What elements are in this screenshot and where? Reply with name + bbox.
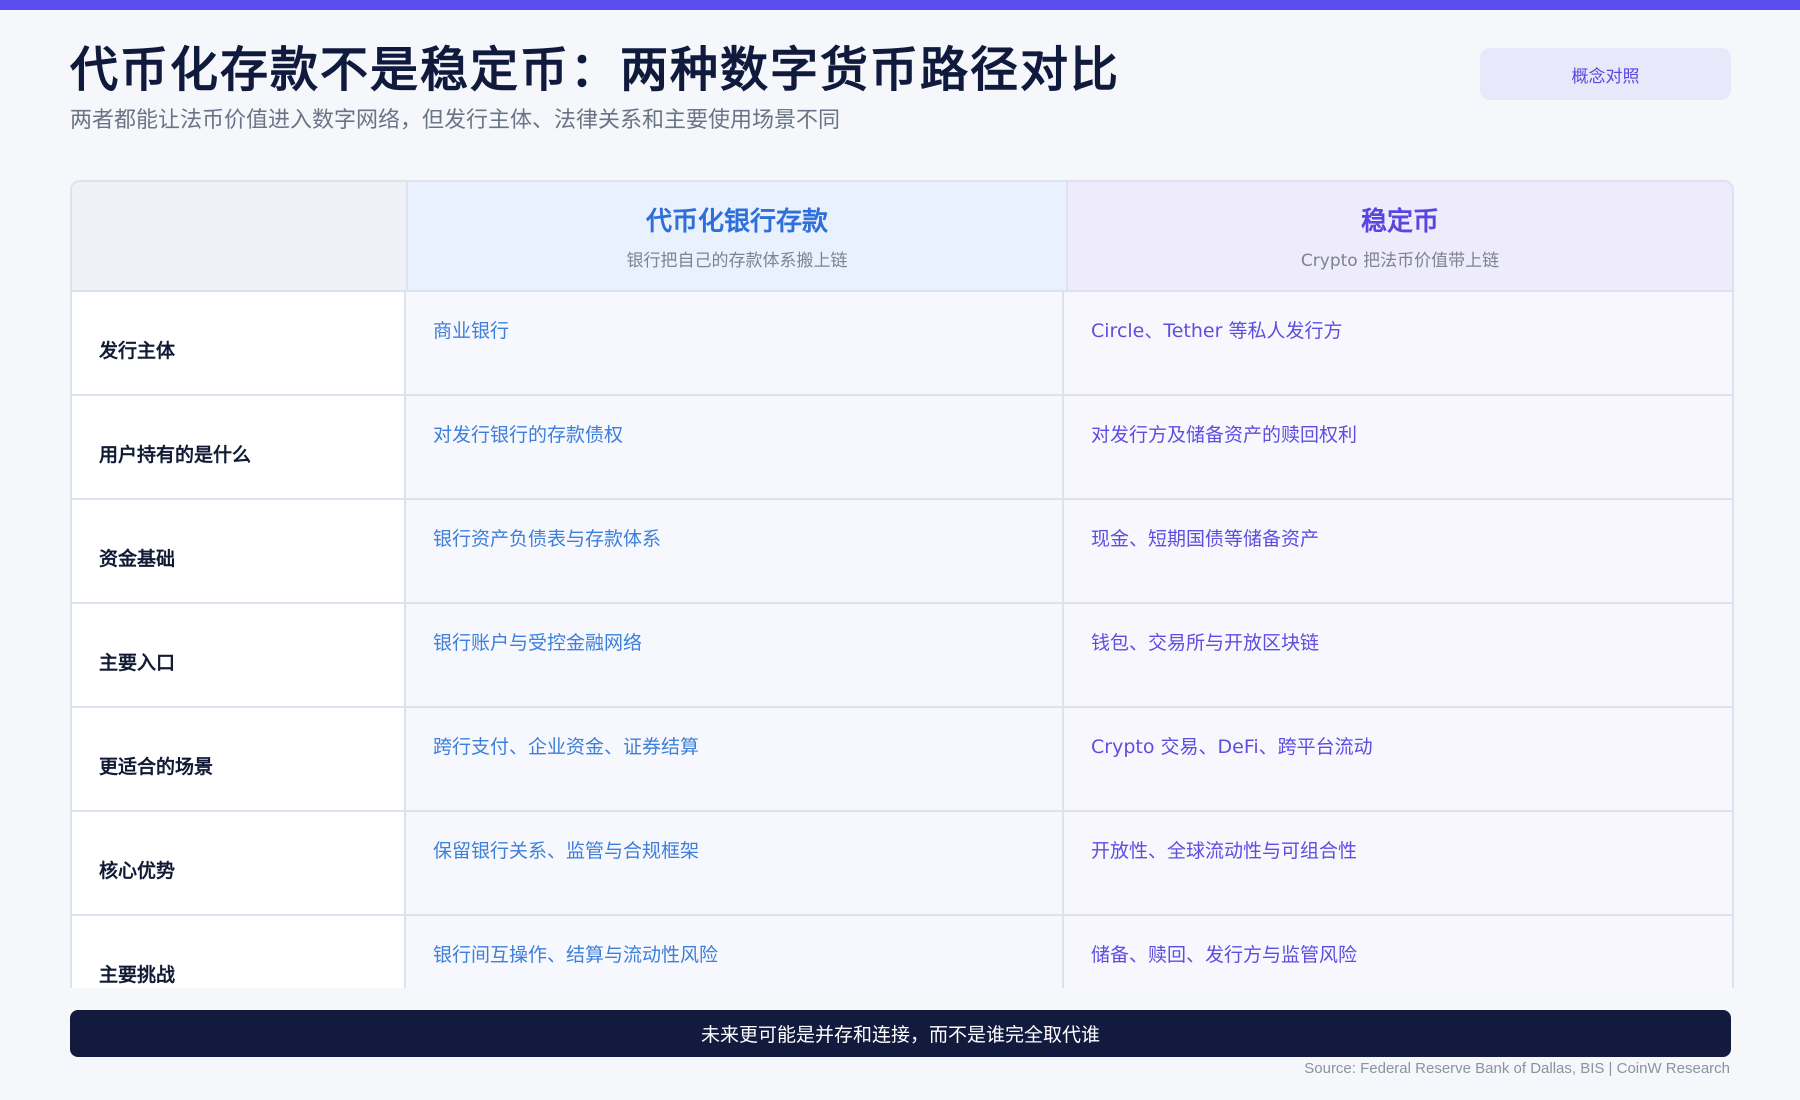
row-label: 用户持有的是什么 bbox=[72, 396, 406, 498]
table-row: 发行主体 商业银行 Circle、Tether 等私人发行方 bbox=[72, 292, 1732, 396]
table-row: 资金基础 银行资产负债表与存款体系 现金、短期国债等储备资产 bbox=[72, 500, 1732, 604]
column-header-stablecoin: 稳定币 Crypto 把法币价值带上链 bbox=[1068, 182, 1732, 290]
table-row: 更适合的场景 跨行支付、企业资金、证券结算 Crypto 交易、DeFi、跨平台… bbox=[72, 708, 1732, 812]
column-subtitle: 银行把自己的存款体系搬上链 bbox=[626, 251, 848, 271]
row-label: 资金基础 bbox=[72, 500, 406, 602]
row-label: 发行主体 bbox=[72, 292, 406, 394]
row-label: 主要挑战 bbox=[72, 916, 406, 988]
cell-tokenized-deposits: 银行间互操作、结算与流动性风险 bbox=[406, 916, 1064, 988]
cell-tokenized-deposits: 跨行支付、企业资金、证券结算 bbox=[406, 708, 1064, 810]
table-row: 主要入口 银行账户与受控金融网络 钱包、交易所与开放区块链 bbox=[72, 604, 1732, 708]
cell-stablecoin: 开放性、全球流动性与可组合性 bbox=[1064, 812, 1732, 914]
column-subtitle: Crypto 把法币价值带上链 bbox=[1300, 251, 1500, 271]
cell-stablecoin: Circle、Tether 等私人发行方 bbox=[1064, 292, 1732, 394]
cell-stablecoin: 钱包、交易所与开放区块链 bbox=[1064, 604, 1732, 706]
cell-tokenized-deposits: 商业银行 bbox=[406, 292, 1064, 394]
column-title: 代币化银行存款 bbox=[645, 207, 828, 237]
page-subtitle: 两者都能让法币价值进入数字网络，但发行主体、法律关系和主要使用场景不同 bbox=[70, 108, 841, 133]
table-row: 主要挑战 银行间互操作、结算与流动性风险 储备、赎回、发行方与监管风险 bbox=[72, 916, 1732, 988]
cell-stablecoin: Crypto 交易、DeFi、跨平台流动 bbox=[1064, 708, 1732, 810]
cell-tokenized-deposits: 银行账户与受控金融网络 bbox=[406, 604, 1064, 706]
column-header-tokenized-deposits: 代币化银行存款 银行把自己的存款体系搬上链 bbox=[408, 182, 1068, 290]
cell-tokenized-deposits: 对发行银行的存款债权 bbox=[406, 396, 1064, 498]
cell-stablecoin: 现金、短期国债等储备资产 bbox=[1064, 500, 1732, 602]
cell-stablecoin: 储备、赎回、发行方与监管风险 bbox=[1064, 916, 1732, 988]
table-row: 用户持有的是什么 对发行银行的存款债权 对发行方及储备资产的赎回权利 bbox=[72, 396, 1732, 500]
row-label: 主要入口 bbox=[72, 604, 406, 706]
top-accent-bar bbox=[0, 0, 1800, 10]
comparison-table: 代币化银行存款 银行把自己的存款体系搬上链 稳定币 Crypto 把法币价值带上… bbox=[70, 180, 1734, 988]
page-title: 代币化存款不是稳定币：两种数字货币路径对比 bbox=[70, 42, 1121, 98]
table-header-row: 代币化银行存款 银行把自己的存款体系搬上链 稳定币 Crypto 把法币价值带上… bbox=[72, 182, 1732, 292]
source-note: Source: Federal Reserve Bank of Dallas, … bbox=[1304, 1060, 1730, 1077]
conclusion-banner: 未来更可能是并存和连接，而不是谁完全取代谁 bbox=[70, 1010, 1731, 1057]
cell-stablecoin: 对发行方及储备资产的赎回权利 bbox=[1064, 396, 1732, 498]
concept-badge: 概念对照 bbox=[1480, 48, 1731, 100]
row-label: 更适合的场景 bbox=[72, 708, 406, 810]
column-title: 稳定币 bbox=[1360, 207, 1439, 237]
cell-tokenized-deposits: 保留银行关系、监管与合规框架 bbox=[406, 812, 1064, 914]
row-label: 核心优势 bbox=[72, 812, 406, 914]
header-corner-cell bbox=[72, 182, 408, 290]
cell-tokenized-deposits: 银行资产负债表与存款体系 bbox=[406, 500, 1064, 602]
table-row: 核心优势 保留银行关系、监管与合规框架 开放性、全球流动性与可组合性 bbox=[72, 812, 1732, 916]
